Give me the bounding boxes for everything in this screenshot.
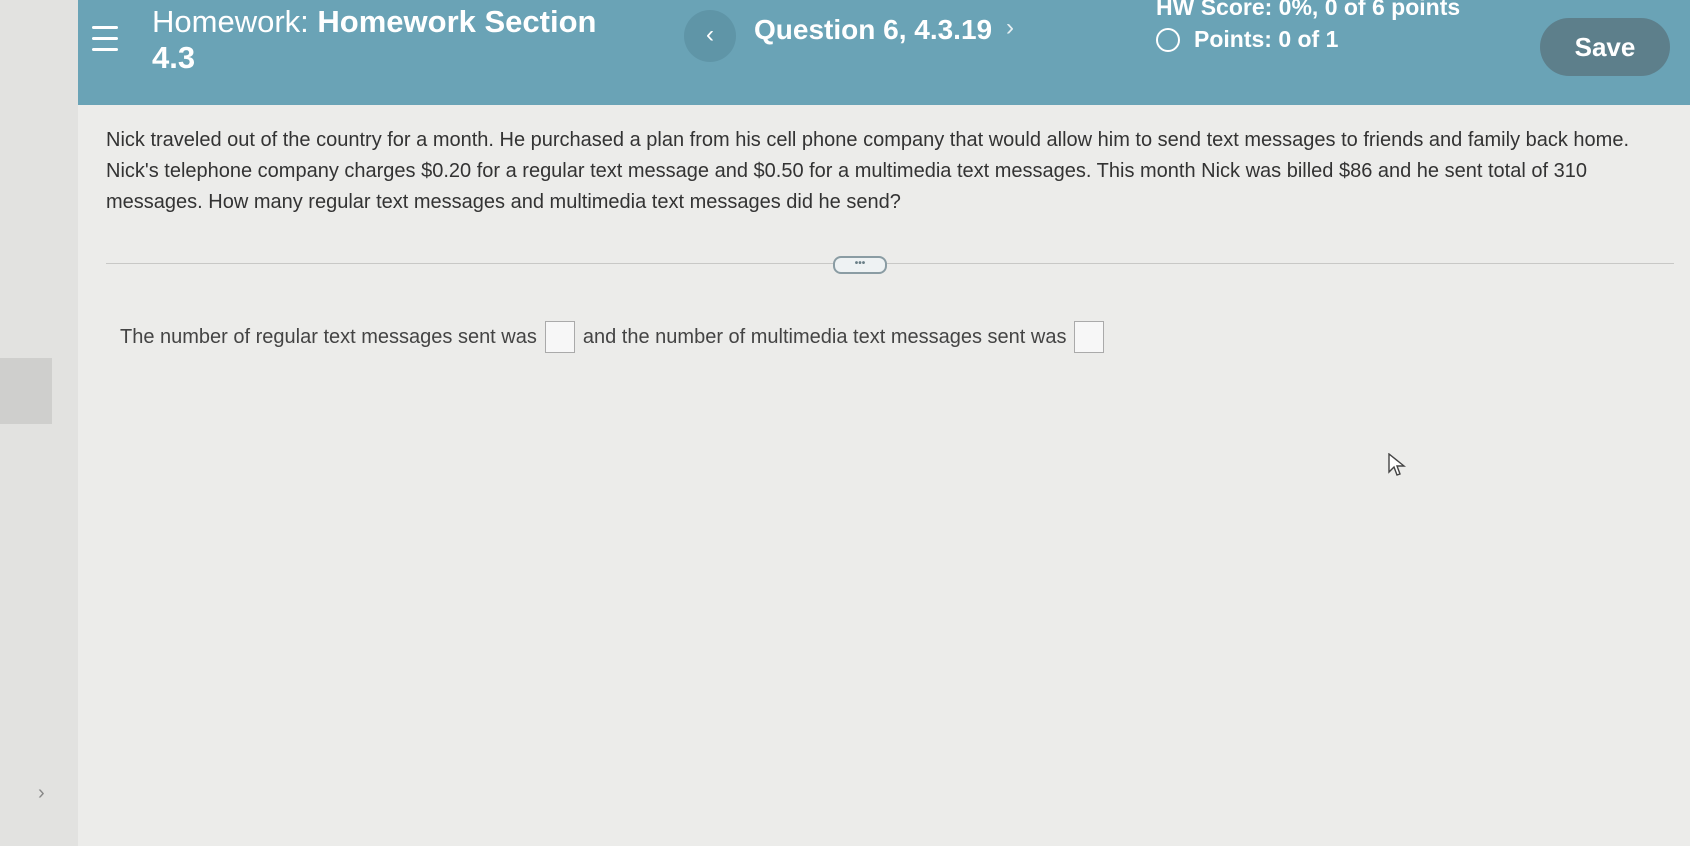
header-bar: Homework: Homework Section 4.3 ‹ Questio… [78, 0, 1690, 122]
homework-title-prefix: Homework: [152, 4, 309, 39]
left-rail: › [0, 0, 79, 846]
left-rail-tab[interactable] [0, 358, 52, 424]
hw-score: HW Score: 0%, 0 of 6 points [1156, 0, 1461, 20]
answer-line: The number of regular text messages sent… [120, 321, 1112, 353]
question-title: Question 6, 4.3.19 [754, 14, 993, 45]
question-panel: Nick traveled out of the country for a m… [78, 105, 1690, 846]
points-circle-icon [1156, 27, 1180, 52]
points-label: Points: 0 of 1 [1194, 26, 1339, 52]
expand-more-button[interactable]: ••• [833, 256, 887, 274]
mouse-cursor-icon [1388, 453, 1406, 476]
answer-text-part2: and the number of multimedia text messag… [582, 325, 1067, 348]
points-status: Points: 0 of 1 [1156, 26, 1338, 53]
homework-title: Homework: Homework Section 4.3 [152, 4, 622, 76]
previous-question-button[interactable]: ‹ [684, 10, 736, 62]
regular-messages-input[interactable] [544, 321, 575, 353]
rail-chevron-icon[interactable]: › [38, 782, 45, 805]
save-button[interactable]: Save [1540, 18, 1670, 76]
menu-icon[interactable] [92, 26, 118, 60]
answer-text-part1: The number of regular text messages sent… [120, 325, 537, 348]
next-question-button[interactable]: › [1006, 14, 1014, 42]
divider [106, 263, 1674, 264]
multimedia-messages-input[interactable] [1074, 321, 1105, 353]
question-text: Nick traveled out of the country for a m… [106, 129, 1630, 213]
